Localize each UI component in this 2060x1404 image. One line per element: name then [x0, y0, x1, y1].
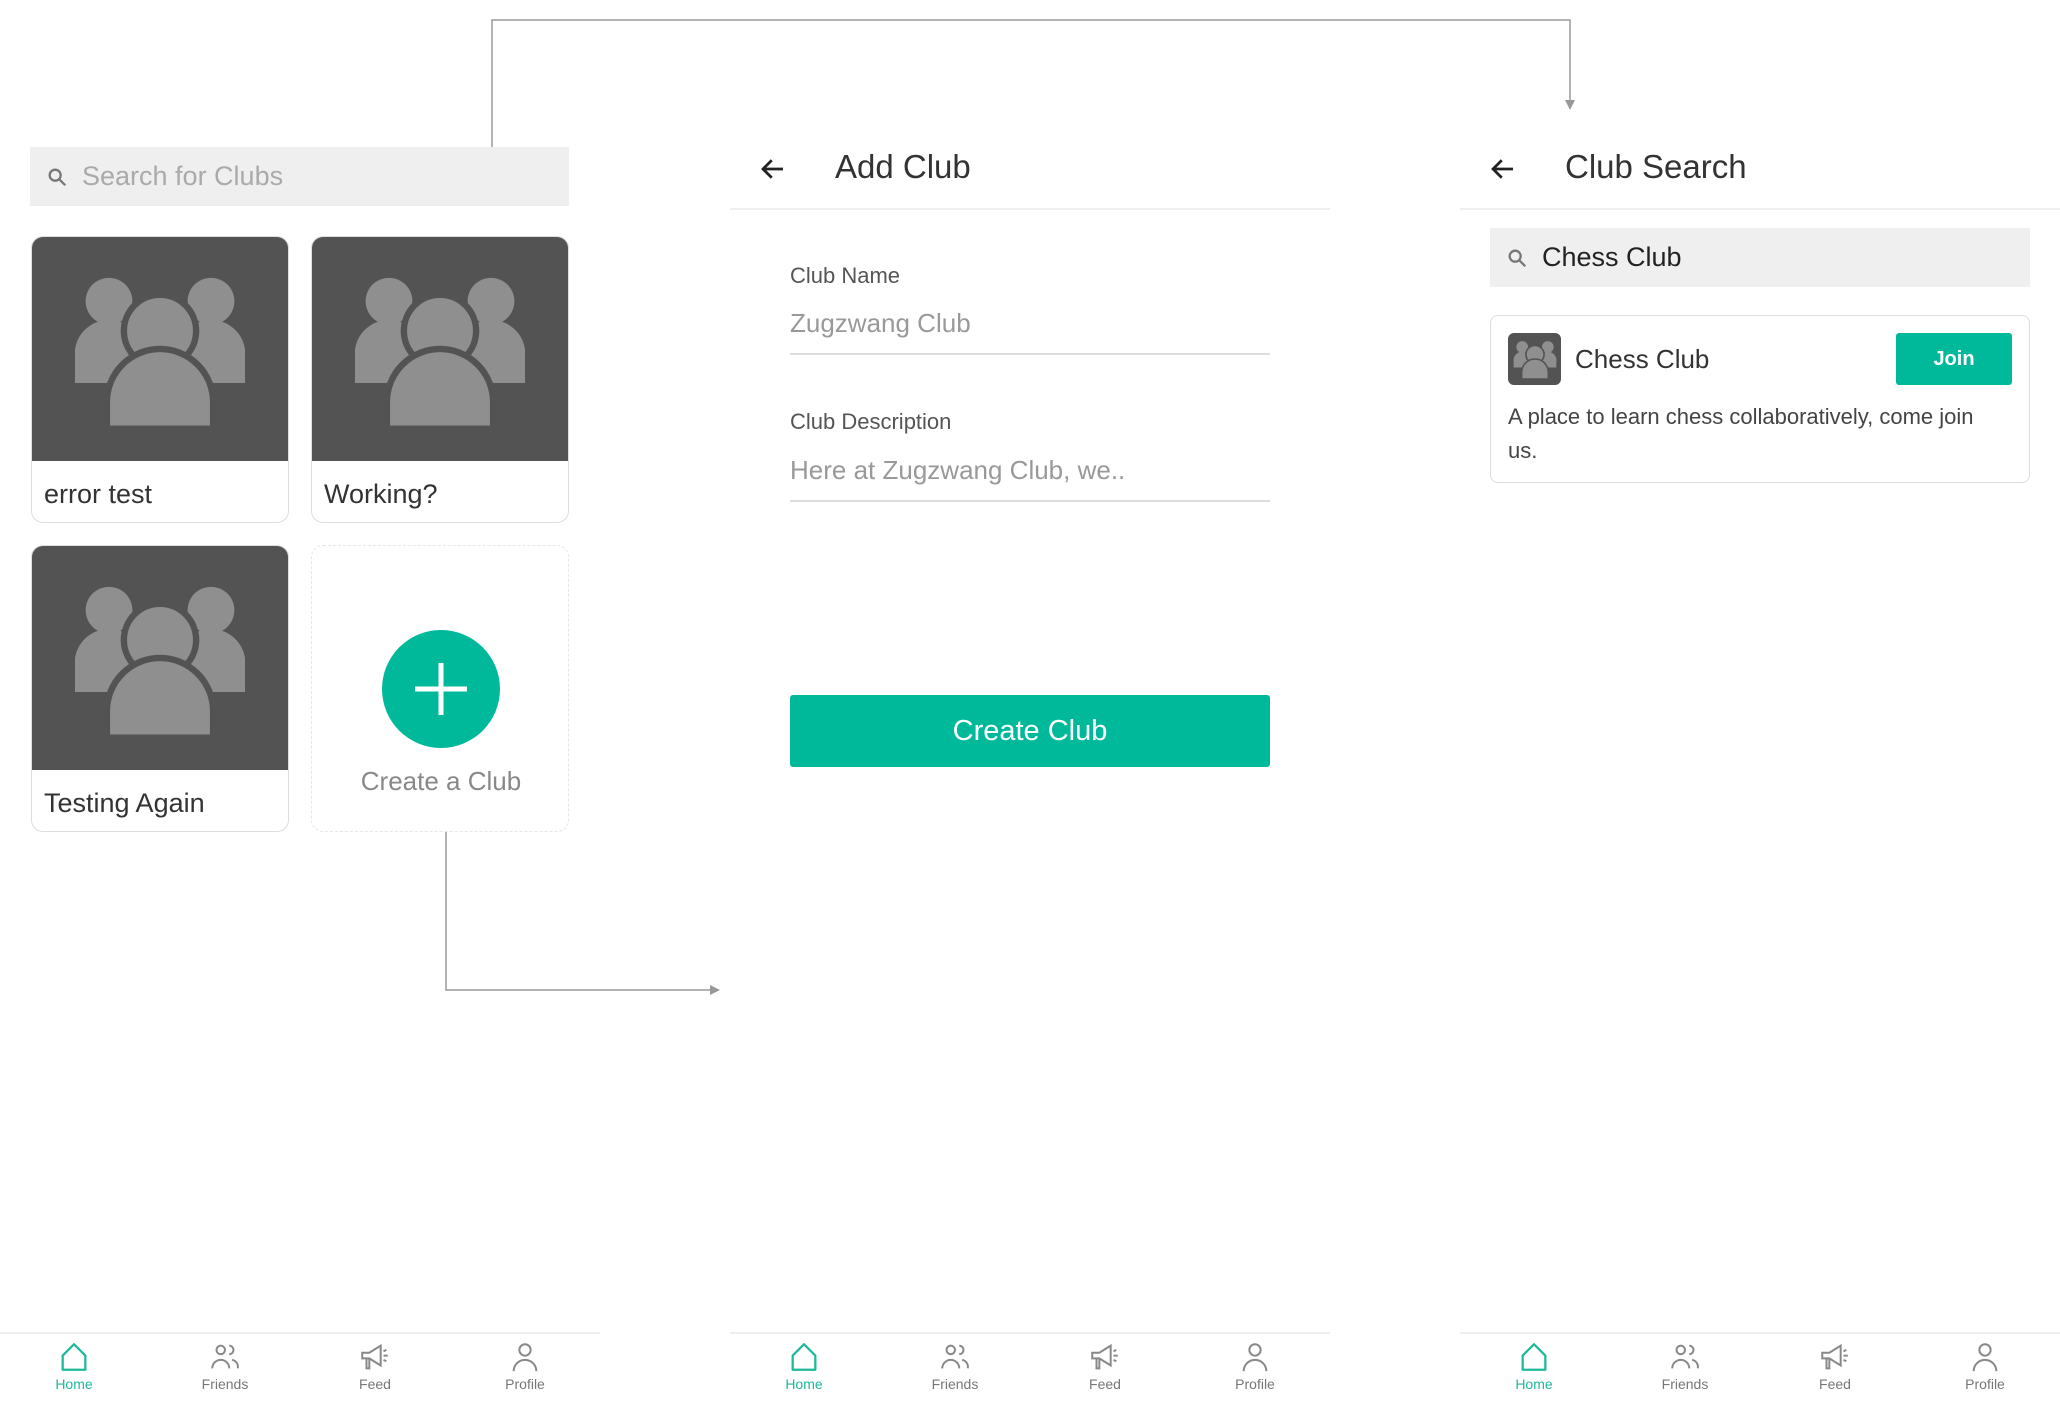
group-icon [75, 277, 245, 429]
search-value: Chess Club [1542, 242, 1682, 272]
club-card[interactable]: Testing Again [31, 545, 289, 832]
club-image [312, 237, 568, 461]
nav-label: Profile [1965, 1376, 2005, 1392]
nav-item-feed[interactable]: Feed [1055, 1340, 1155, 1392]
page-title: Add Club [835, 148, 971, 185]
home-screen: Search for Clubs error test Working? Testi… [0, 0, 600, 1404]
club-search-input[interactable]: Search for Clubs [30, 147, 569, 206]
create-club-label: Create a Club [360, 766, 522, 796]
nav-item-profile[interactable]: Profile [475, 1340, 575, 1392]
nav-label: Feed [359, 1376, 391, 1392]
friends-icon [905, 1340, 1005, 1374]
nav-item-friends[interactable]: Friends [905, 1340, 1005, 1392]
nav-item-profile[interactable]: Profile [1205, 1340, 1305, 1392]
profile-icon [1935, 1340, 2035, 1374]
home-icon [24, 1340, 124, 1374]
club-search-input[interactable]: Chess Club [1490, 228, 2030, 287]
club-card[interactable]: error test [31, 236, 289, 523]
club-description-input[interactable]: Here at Zugzwang Club, we.. [790, 455, 1270, 502]
nav-item-home[interactable]: Home [754, 1340, 854, 1392]
nav-label: Home [55, 1376, 93, 1392]
club-card-name: error test [44, 479, 153, 509]
search-placeholder: Search for Clubs [82, 161, 284, 191]
group-icon [355, 277, 525, 429]
create-club-button[interactable]: Create Club [790, 695, 1270, 767]
nav-label: Home [785, 1376, 823, 1392]
club-description: A place to learn chess collaboratively, … [1508, 404, 1974, 463]
home-icon [1484, 1340, 1584, 1374]
nav-label: Profile [505, 1376, 545, 1392]
nav-item-home[interactable]: Home [24, 1340, 124, 1392]
nav-label: Friends [1661, 1376, 1709, 1392]
group-icon [1513, 341, 1556, 379]
header: Add Club [730, 0, 1330, 210]
nav-item-feed[interactable]: Feed [325, 1340, 425, 1392]
club-image [32, 237, 288, 461]
club-search-screen: Club Search Chess Club Chess Club Join A… [1460, 0, 2060, 1404]
friends-icon [1635, 1340, 1735, 1374]
nav-item-feed[interactable]: Feed [1785, 1340, 1885, 1392]
header: Club Search [1460, 0, 2060, 210]
profile-icon [1205, 1340, 1305, 1374]
search-icon [48, 168, 67, 186]
nav-item-home[interactable]: Home [1484, 1340, 1584, 1392]
bottom-nav: Home Friends Feed Profile [730, 1332, 1330, 1404]
nav-label: Profile [1235, 1376, 1275, 1392]
nav-item-profile[interactable]: Profile [1935, 1340, 2035, 1392]
club-card-name: Working? [324, 479, 438, 509]
club-name-label: Club Name [790, 263, 901, 288]
friends-icon [175, 1340, 275, 1374]
plus-icon[interactable] [382, 630, 500, 748]
megaphone-icon [1055, 1340, 1155, 1374]
club-card-name: Testing Again [44, 788, 205, 818]
home-icon [754, 1340, 854, 1374]
club-name: Chess Club [1575, 344, 1710, 374]
bottom-nav: Home Friends Feed Profile [1460, 1332, 2060, 1404]
page-title: Club Search [1565, 148, 1747, 185]
club-result-card[interactable]: Chess Club Join A place to learn chess c… [1490, 315, 2030, 483]
nav-label: Home [1515, 1376, 1553, 1392]
profile-icon [475, 1340, 575, 1374]
megaphone-icon [325, 1340, 425, 1374]
club-description-label: Club Description [790, 409, 952, 434]
club-card[interactable]: Working? [311, 236, 569, 523]
nav-item-friends[interactable]: Friends [1635, 1340, 1735, 1392]
club-image [32, 546, 288, 770]
nav-item-friends[interactable]: Friends [175, 1340, 275, 1392]
club-avatar [1508, 333, 1561, 385]
create-club-card[interactable]: Create a Club [311, 545, 569, 832]
nav-label: Friends [931, 1376, 979, 1392]
group-icon [75, 586, 245, 738]
back-arrow-icon[interactable] [758, 154, 788, 184]
club-name-input[interactable]: Zugzwang Club [790, 308, 1270, 355]
search-icon [1508, 249, 1527, 267]
back-arrow-icon[interactable] [1488, 154, 1518, 184]
join-button[interactable]: Join [1896, 333, 2012, 385]
nav-label: Friends [201, 1376, 249, 1392]
add-club-screen: Add Club Club Name Zugzwang Club Club De… [730, 0, 1330, 1404]
nav-label: Feed [1089, 1376, 1121, 1392]
megaphone-icon [1785, 1340, 1885, 1374]
bottom-nav: Home Friends Feed Profile [0, 1332, 600, 1404]
nav-label: Feed [1819, 1376, 1851, 1392]
